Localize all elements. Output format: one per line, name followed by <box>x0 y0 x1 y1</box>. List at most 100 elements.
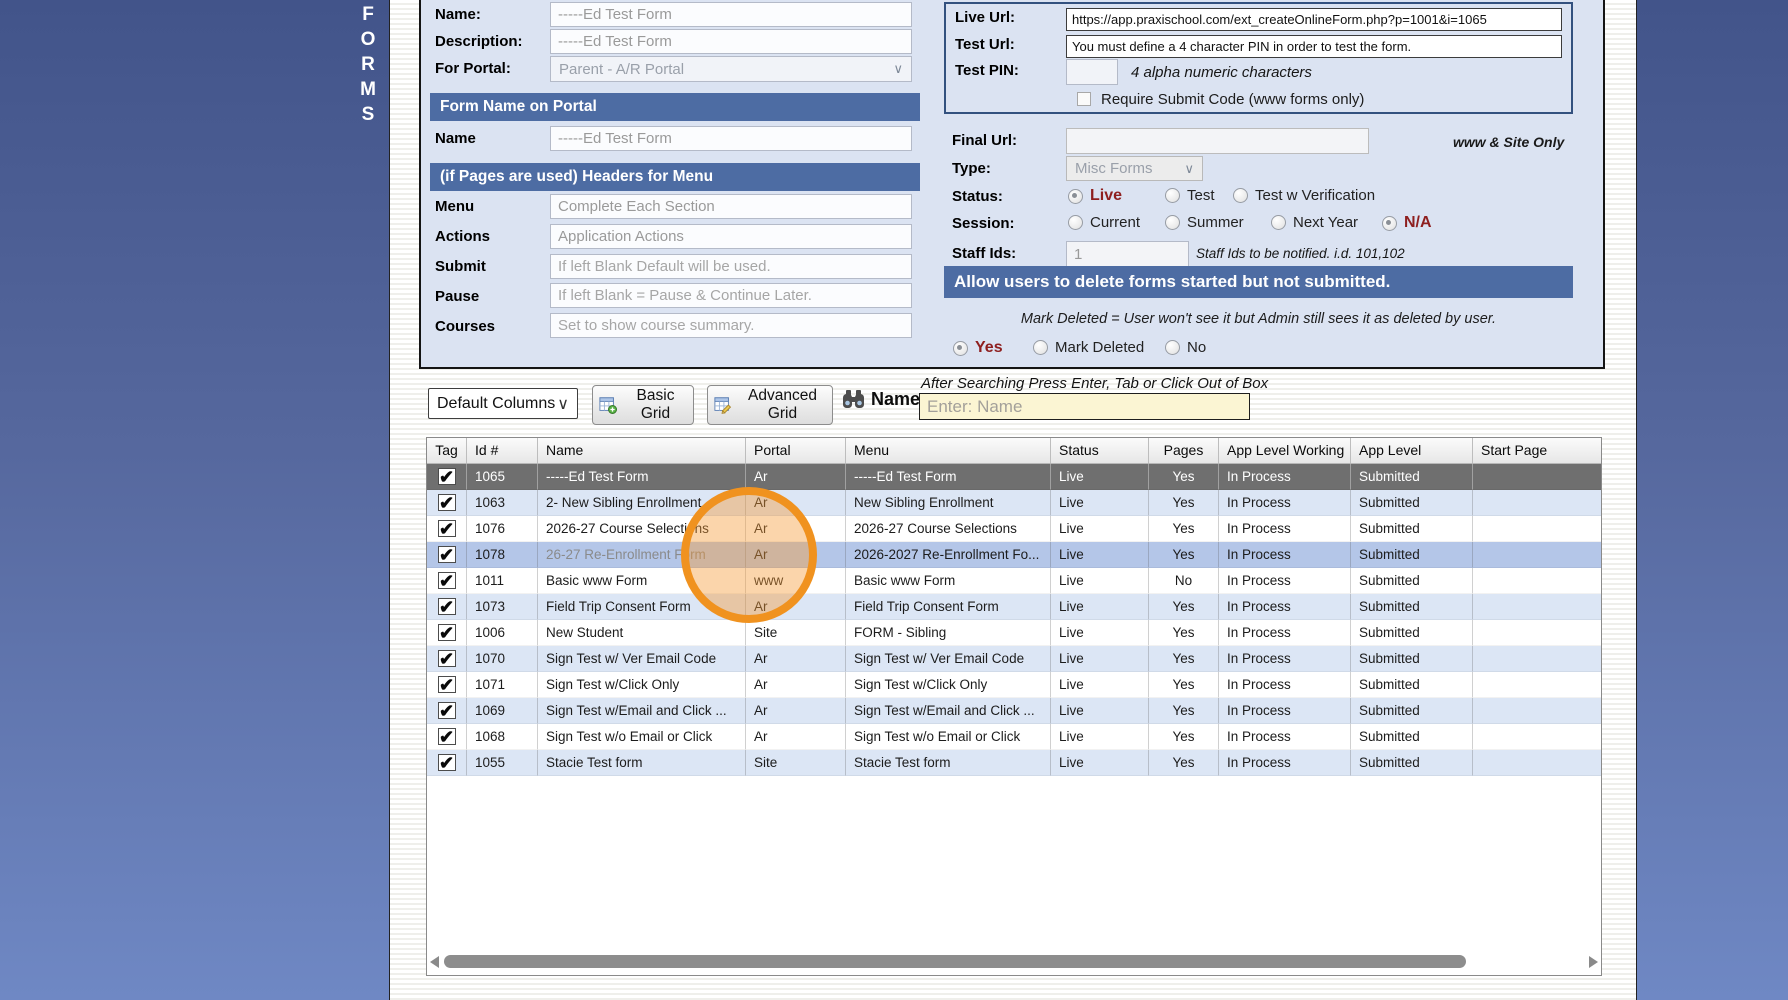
cell-app-level: Submitted <box>1351 568 1473 594</box>
for-portal-select[interactable]: Parent - A/R Portal ∨ <box>550 56 912 82</box>
type-select[interactable]: Misc Forms ∨ <box>1066 156 1203 181</box>
radio-icon[interactable] <box>1271 215 1286 230</box>
radio-icon[interactable] <box>1068 188 1083 204</box>
cell-app-level-working: In Process <box>1219 464 1351 490</box>
radio-icon[interactable] <box>1165 188 1180 203</box>
delete-option-yes[interactable]: Yes <box>953 339 1003 357</box>
table-row[interactable]: ✔ 1065 -----Ed Test Form Ar -----Ed Test… <box>427 464 1601 490</box>
search-input[interactable] <box>919 393 1250 420</box>
radio-icon[interactable] <box>1382 215 1397 231</box>
table-row[interactable]: ✔ 1011 Basic www Form www Basic www Form… <box>427 568 1601 594</box>
columns-select[interactable]: Default Columns ∨ <box>428 388 578 419</box>
status-option-live[interactable]: Live <box>1068 187 1122 205</box>
radio-icon[interactable] <box>1033 340 1048 355</box>
radio-icon[interactable] <box>1165 340 1180 355</box>
chevron-down-icon: ∨ <box>557 395 569 413</box>
cell-pages: Yes <box>1149 672 1219 698</box>
checkbox-icon[interactable]: ✔ <box>437 728 456 746</box>
col-id[interactable]: Id # <box>467 438 538 463</box>
scroll-right-icon[interactable] <box>1589 955 1598 968</box>
checkbox-icon[interactable]: ✔ <box>437 494 456 512</box>
checkbox-icon[interactable]: ✔ <box>437 624 456 642</box>
advanced-grid-label: Advanced Grid <box>748 387 817 422</box>
scrollbar-thumb[interactable] <box>444 955 1466 968</box>
col-portal[interactable]: Portal <box>746 438 846 463</box>
checkbox-icon[interactable]: ✔ <box>437 598 456 616</box>
menu-field[interactable] <box>550 194 912 219</box>
radio-icon[interactable] <box>1233 188 1248 203</box>
col-start-page[interactable]: Start Page <box>1473 438 1601 463</box>
cell-id: 1076 <box>467 516 538 542</box>
status-option-test-w-verification[interactable]: Test w Verification <box>1233 187 1375 204</box>
table-row[interactable]: ✔ 1068 Sign Test w/o Email or Click Ar S… <box>427 724 1601 750</box>
description-field[interactable] <box>550 29 912 54</box>
col-app-level[interactable]: App Level <box>1351 438 1473 463</box>
col-pages[interactable]: Pages <box>1149 438 1219 463</box>
status-option-test[interactable]: Test <box>1165 187 1215 204</box>
cell-name: 2- New Sibling Enrollment <box>538 490 746 516</box>
radio-icon[interactable] <box>1068 215 1083 230</box>
checkbox-icon[interactable]: ✔ <box>437 468 456 486</box>
col-status[interactable]: Status <box>1051 438 1149 463</box>
cell-status: Live <box>1051 568 1149 594</box>
row-tag-cell: ✔ <box>427 542 467 568</box>
row-tag-cell: ✔ <box>427 750 467 776</box>
session-option-current[interactable]: Current <box>1068 214 1140 231</box>
col-menu[interactable]: Menu <box>846 438 1051 463</box>
cell-menu: New Sibling Enrollment <box>846 490 1051 516</box>
live-url-field[interactable] <box>1066 8 1562 31</box>
table-row[interactable]: ✔ 1006 New Student Site FORM - Sibling L… <box>427 620 1601 646</box>
portal-name-field[interactable] <box>550 126 912 151</box>
cell-name: New Student <box>538 620 746 646</box>
col-tag[interactable]: Tag <box>427 438 467 463</box>
delete-option-mark-deleted[interactable]: Mark Deleted <box>1033 339 1144 356</box>
test-url-field[interactable] <box>1066 35 1562 58</box>
session-option-na[interactable]: N/A <box>1382 214 1432 232</box>
sidebar-tab-forms[interactable]: F O R M S <box>350 2 386 127</box>
col-name[interactable]: Name <box>538 438 746 463</box>
require-submit-checkbox[interactable] <box>1077 92 1091 106</box>
courses-label: Courses <box>435 318 496 335</box>
actions-field[interactable] <box>550 224 912 249</box>
cell-app-level-working: In Process <box>1219 516 1351 542</box>
basic-grid-button[interactable]: Basic Grid <box>592 385 694 425</box>
table-row[interactable]: ✔ 1076 2026-27 Course Selections Ar 2026… <box>427 516 1601 542</box>
section-headers-for-menu: (if Pages are used) Headers for Menu <box>430 163 920 191</box>
submit-field[interactable] <box>550 254 912 279</box>
name-field[interactable] <box>550 2 912 27</box>
staff-ids-field[interactable] <box>1066 241 1189 267</box>
pause-field[interactable] <box>550 283 912 308</box>
radio-icon[interactable] <box>953 340 968 356</box>
session-option-next-year[interactable]: Next Year <box>1271 214 1358 231</box>
table-row[interactable]: ✔ 1073 Field Trip Consent Form Ar Field … <box>427 594 1601 620</box>
checkbox-icon[interactable]: ✔ <box>437 676 456 694</box>
test-pin-field[interactable] <box>1066 59 1118 85</box>
checkbox-icon[interactable]: ✔ <box>437 754 456 772</box>
col-app-level-working[interactable]: App Level Working <box>1219 438 1351 463</box>
advanced-grid-button[interactable]: Advanced Grid <box>707 385 833 425</box>
table-row[interactable]: ✔ 1071 Sign Test w/Click Only Ar Sign Te… <box>427 672 1601 698</box>
scroll-left-icon[interactable] <box>430 955 439 968</box>
checkbox-icon[interactable]: ✔ <box>437 572 456 590</box>
description-label: Description: <box>435 33 523 50</box>
table-row[interactable]: ✔ 1055 Stacie Test form Site Stacie Test… <box>427 750 1601 776</box>
radio-icon[interactable] <box>1165 215 1180 230</box>
cell-start-page <box>1473 464 1601 490</box>
checkbox-icon[interactable]: ✔ <box>437 650 456 668</box>
search-field-header: Name <box>842 389 920 410</box>
checkbox-icon[interactable]: ✔ <box>437 546 456 564</box>
checkbox-icon[interactable]: ✔ <box>437 702 456 720</box>
session-option-summer[interactable]: Summer <box>1165 214 1244 231</box>
table-row[interactable]: ✔ 1069 Sign Test w/Email and Click ... A… <box>427 698 1601 724</box>
horizontal-scrollbar[interactable] <box>430 953 1598 970</box>
cell-pages: Yes <box>1149 620 1219 646</box>
checkbox-icon[interactable]: ✔ <box>437 520 456 538</box>
cell-start-page <box>1473 568 1601 594</box>
delete-option-no[interactable]: No <box>1165 339 1206 356</box>
table-row[interactable]: ✔ 1063 2- New Sibling Enrollment Ar New … <box>427 490 1601 516</box>
table-row[interactable]: ✔ 1078 26-27 Re-Enrollment Form Ar 2026-… <box>427 542 1601 568</box>
courses-field[interactable] <box>550 313 912 338</box>
table-row[interactable]: ✔ 1070 Sign Test w/ Ver Email Code Ar Si… <box>427 646 1601 672</box>
final-url-field[interactable] <box>1066 128 1369 154</box>
staff-ids-label: Staff Ids: <box>952 245 1017 262</box>
